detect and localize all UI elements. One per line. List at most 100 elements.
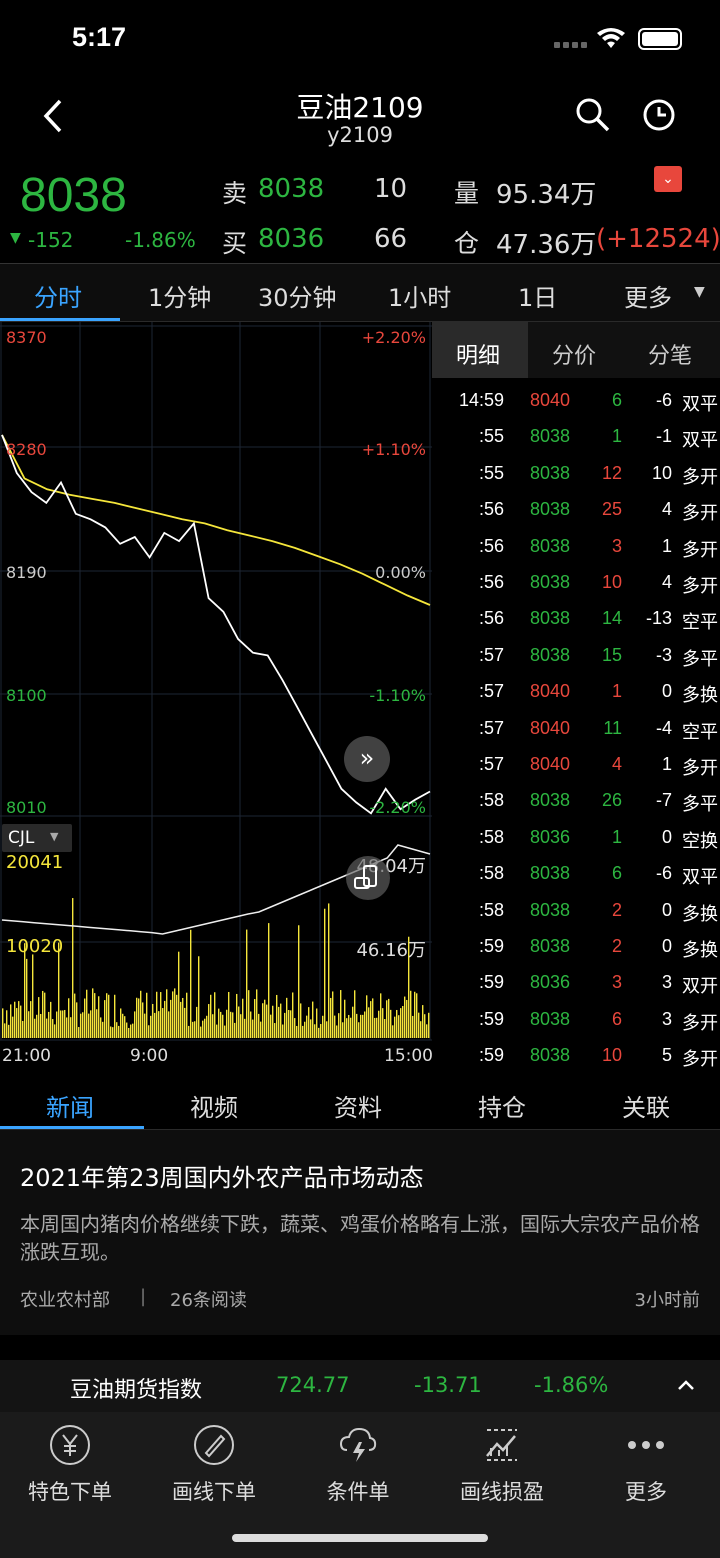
trade-row: :57 8040 1 0 多换 xyxy=(432,673,720,709)
volume-bar xyxy=(66,1017,68,1038)
trade-type: 空换 xyxy=(682,830,718,851)
volume-bar xyxy=(80,1013,82,1038)
y-label-2: 8280 xyxy=(6,440,47,459)
trade-oi-change: -6 xyxy=(655,863,672,884)
volume-bar xyxy=(306,1015,308,1038)
home-indicator xyxy=(232,1534,488,1542)
tab-1day[interactable]: 1日 xyxy=(518,278,557,313)
special-order-button[interactable]: 特色下单 xyxy=(0,1422,140,1506)
tab-intraday[interactable]: 分时 xyxy=(34,278,82,313)
trade-time: :57 xyxy=(478,681,504,702)
tab-1hour[interactable]: 1小时 xyxy=(388,278,451,313)
draw-stop-button[interactable]: 画线损盈 xyxy=(432,1422,572,1506)
trade-detail-panel: 明细 分价 分笔 14:59 8040 6 -6 双平:55 8038 1 -1 双平:55 80… xyxy=(432,322,720,1072)
volume-bar xyxy=(110,1026,112,1038)
expand-quote-button[interactable]: ⌄ xyxy=(654,166,682,192)
draw-order-button[interactable]: 画线下单 xyxy=(144,1422,284,1506)
last-price: 8038 xyxy=(20,169,127,222)
volume-bar xyxy=(72,898,74,1038)
volume-bar xyxy=(210,994,212,1038)
volume-bar xyxy=(260,1021,262,1038)
trade-volume: 26 xyxy=(601,790,622,811)
volume-bar xyxy=(412,1015,414,1038)
trade-time: :58 xyxy=(478,826,504,847)
volume-bar xyxy=(100,1017,102,1038)
price-change-pct: -1.86% xyxy=(125,228,196,252)
y-label-mid: 8190 xyxy=(6,563,47,582)
trade-type: 多开 xyxy=(682,503,718,524)
tab-news[interactable]: 新闻 xyxy=(46,1088,94,1123)
lightning-cloud-icon xyxy=(339,1427,377,1462)
more-button[interactable]: 更多 xyxy=(576,1422,716,1506)
conditional-order-button[interactable]: 条件单 xyxy=(288,1422,428,1506)
trade-row: :58 8036 1 0 空换 xyxy=(432,819,720,855)
trade-volume: 6 xyxy=(611,863,622,884)
tab-tick[interactable]: 分笔 xyxy=(648,338,692,370)
volume-bar xyxy=(196,1006,198,1038)
volume-bar xyxy=(354,990,356,1038)
volume-bar xyxy=(146,992,148,1038)
tab-more[interactable]: 更多 xyxy=(624,278,672,313)
volume-bar xyxy=(152,1003,154,1038)
volume-bar xyxy=(226,1009,228,1038)
chevron-up-icon[interactable] xyxy=(676,1378,696,1392)
volume-bar xyxy=(26,958,28,1038)
more-dots-icon xyxy=(628,1441,664,1449)
search-icon[interactable] xyxy=(574,96,612,134)
tab-related[interactable]: 关联 xyxy=(622,1088,670,1123)
trade-time: :56 xyxy=(478,572,504,592)
trade-oi-change: 4 xyxy=(661,572,672,592)
trade-price: 8038 xyxy=(530,1008,571,1029)
tab-detail[interactable]: 明细 xyxy=(456,338,500,370)
volume-bar xyxy=(280,1003,282,1038)
volume-bar xyxy=(384,1019,386,1038)
trade-price: 8036 xyxy=(530,826,571,847)
volume-bar xyxy=(192,1021,194,1038)
volume-bar xyxy=(176,994,178,1038)
volume-bar xyxy=(92,988,94,1038)
volume-bar xyxy=(42,990,44,1038)
news-item[interactable]: 2021年第23周国内外农产品市场动态 本周国内猪肉价格继续下跌，蔬菜、鸡蛋价格… xyxy=(0,1130,720,1335)
bottom-toolbar: 特色下单 画线下单 条件单 画线损盈 更多 xyxy=(0,1412,720,1558)
trade-price: 8040 xyxy=(530,717,571,738)
history-clock-icon[interactable] xyxy=(640,96,678,134)
expand-chart-button[interactable]: » xyxy=(344,736,390,782)
rotate-screen-button[interactable] xyxy=(346,856,390,900)
news-reads: 26条阅读 xyxy=(170,1290,247,1311)
trade-price: 8038 xyxy=(530,608,571,629)
volume-bar xyxy=(398,1015,400,1038)
tab-1min[interactable]: 1分钟 xyxy=(148,278,211,313)
tab-positions[interactable]: 持仓 xyxy=(478,1088,526,1123)
volume-bar xyxy=(68,998,70,1038)
volume-bar xyxy=(32,954,34,1038)
trade-price: 8038 xyxy=(530,1045,571,1066)
sell-price: 8038 xyxy=(258,174,325,204)
trade-time: :55 xyxy=(478,426,504,447)
intraday-chart[interactable]: 8370 8280 8190 8100 8010 +2.20% +1.10% 0… xyxy=(0,322,433,1072)
trade-price: 8038 xyxy=(530,790,571,811)
buy-label: 买 xyxy=(222,229,248,258)
news-summary: 本周国内猪肉价格继续下跌，蔬菜、鸡蛋价格略有上涨，国际大宗农产品价格涨跌互现。 xyxy=(20,1212,700,1264)
volume-bar xyxy=(404,996,406,1038)
tab-price-distribution[interactable]: 分价 xyxy=(552,338,596,370)
volume-bar xyxy=(206,1015,208,1038)
trade-type: 多开 xyxy=(682,1049,718,1070)
volume-bar xyxy=(162,1008,164,1038)
tab-info[interactable]: 资料 xyxy=(334,1088,382,1123)
volume-bar xyxy=(22,1020,24,1038)
volume-bar xyxy=(78,1027,80,1038)
trade-type: 空平 xyxy=(682,612,718,633)
volume-bar xyxy=(256,989,258,1038)
tab-video[interactable]: 视频 xyxy=(190,1088,238,1123)
tab-30min[interactable]: 30分钟 xyxy=(258,278,337,313)
news-source: 农业农村部 xyxy=(20,1290,110,1311)
volume-bar xyxy=(134,1011,136,1038)
special-order-label: 特色下单 xyxy=(28,1480,112,1504)
pct-label-2: +1.10% xyxy=(361,440,426,459)
volume-bar xyxy=(124,1016,126,1038)
index-ticker-bar[interactable]: 豆油期货指数 724.77 -13.71 -1.86% xyxy=(0,1360,720,1412)
indicator-select[interactable]: CJL ▼ xyxy=(2,824,72,852)
trade-oi-change: 1 xyxy=(661,535,672,556)
volume-value: 95.34万 xyxy=(496,180,597,210)
volume-bar xyxy=(222,1014,224,1038)
